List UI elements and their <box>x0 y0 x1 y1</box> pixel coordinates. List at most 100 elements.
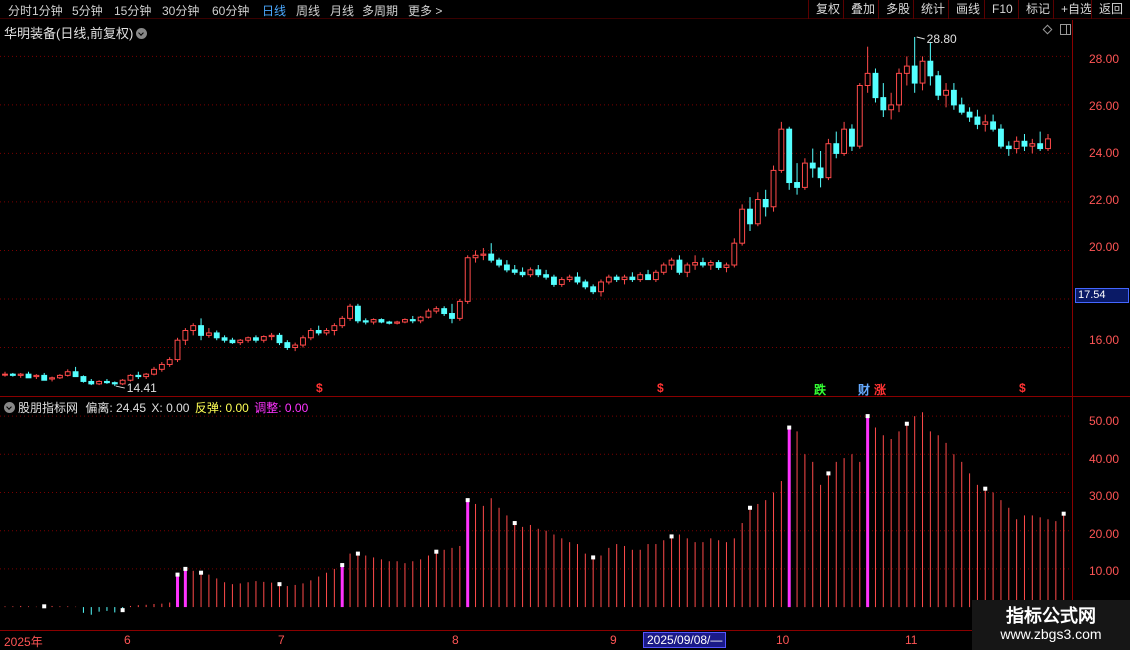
period-1min[interactable]: 1分钟 <box>32 2 63 19</box>
indicator-axis: 50.00 40.00 30.00 20.00 10.00 <box>1072 397 1130 630</box>
f10-button[interactable]: F10 <box>984 0 1020 19</box>
candle-up <box>825 143 832 179</box>
indicator-tick: 30.00 <box>1089 489 1120 503</box>
candle-up <box>770 169 777 208</box>
candle-up <box>292 344 299 348</box>
candle-up <box>684 264 691 273</box>
candle-down <box>229 339 236 344</box>
candle-up <box>864 72 871 86</box>
candle-down <box>998 128 1004 147</box>
low-price-marker: 14.41 <box>127 381 157 395</box>
statistics-button[interactable]: 统计 <box>913 0 952 19</box>
indicator-chart[interactable] <box>0 397 1072 630</box>
candle-up <box>174 339 181 361</box>
period-monthly[interactable]: 月线 <box>330 2 354 19</box>
candle-down <box>354 305 361 322</box>
multi-stock-button[interactable]: 多股 <box>878 0 917 19</box>
candle-down <box>809 162 816 169</box>
candle-down <box>786 128 793 184</box>
candle-up <box>17 373 24 376</box>
candle-down <box>88 380 95 385</box>
candle-down <box>872 72 879 99</box>
period-5min[interactable]: 5分钟 <box>72 2 103 19</box>
candle-up <box>151 368 157 375</box>
x-value: 0.00 <box>166 401 190 415</box>
candle-down <box>511 269 518 273</box>
deviation-label: 偏离: <box>85 401 113 415</box>
period-weekly[interactable]: 周线 <box>296 2 320 19</box>
candle-up <box>652 271 659 281</box>
deviation-dot <box>120 608 125 613</box>
candle-up <box>982 121 989 125</box>
price-axis: 28.00 26.00 24.00 22.00 20.00 17.54 16.0… <box>1072 20 1130 396</box>
indicator-tick: 40.00 <box>1089 452 1120 466</box>
price-tick: 26.00 <box>1089 99 1120 113</box>
watermark-url: www.zbgs3.com <box>1000 626 1102 642</box>
stock-title-text: 华明装备(日线,前复权) <box>4 26 134 41</box>
candle-down <box>645 274 651 281</box>
candle-up <box>370 319 377 323</box>
deviation-dot <box>865 414 870 419</box>
deviation-dot <box>465 498 470 503</box>
price-tick: 24.00 <box>1089 146 1120 160</box>
candle-up <box>605 276 612 283</box>
candle-up <box>166 359 173 365</box>
candle-down <box>574 276 581 283</box>
period-15min[interactable]: 15分钟 <box>114 2 151 19</box>
indicator-name: 股朋指标网 <box>18 401 79 415</box>
candle-up <box>1029 143 1036 147</box>
date-tick: 8 <box>452 633 459 647</box>
site-watermark: 指标公式网 www.zbgs3.com <box>972 600 1130 650</box>
candle-down <box>441 308 448 315</box>
adjust-button[interactable]: 复权 <box>808 0 847 19</box>
deviation-dot <box>42 604 47 609</box>
candle-down <box>974 116 981 125</box>
period-more[interactable]: 更多 > <box>408 2 442 19</box>
event-dollar-marker[interactable]: $ <box>316 381 323 395</box>
deviation-dot <box>175 572 180 577</box>
candle-down <box>551 276 557 285</box>
event-dollar-marker[interactable]: $ <box>657 381 664 395</box>
candle-up <box>621 276 628 281</box>
event-dollar-marker[interactable]: $ <box>1019 381 1026 395</box>
adjust-label: 调整: <box>254 401 282 415</box>
overlay-button[interactable]: 叠加 <box>843 0 882 19</box>
candle-up <box>339 317 346 327</box>
adjust-value: 0.00 <box>284 401 309 415</box>
period-toolbar: 分时 1分钟 5分钟 15分钟 30分钟 60分钟 日线 周线 月线 多周期 更… <box>0 0 1130 19</box>
deviation-dot <box>355 551 360 556</box>
period-multi[interactable]: 多周期 <box>362 2 398 19</box>
candle-up <box>394 321 401 324</box>
draw-line-button[interactable]: 画线 <box>948 0 987 19</box>
candle-up <box>856 84 863 147</box>
panel-toggle-icon[interactable] <box>1060 24 1071 35</box>
candle-up <box>723 264 730 268</box>
candle-up <box>480 253 487 256</box>
stock-title: 华明装备(日线,前复权) <box>4 23 148 42</box>
back-button[interactable]: 返回 <box>1091 0 1130 19</box>
period-intraday[interactable]: 分时 <box>8 2 32 19</box>
deviation-dot <box>904 421 909 426</box>
candle-up <box>96 380 103 385</box>
low-marker-arrow <box>115 385 125 389</box>
indicator-dropdown-icon[interactable] <box>4 402 15 413</box>
candle-up <box>307 330 314 339</box>
period-60min[interactable]: 60分钟 <box>212 2 249 19</box>
candle-down <box>543 274 550 278</box>
deviation-dot <box>1061 511 1066 516</box>
candle-down <box>386 321 393 324</box>
mark-button[interactable]: 标记 <box>1018 0 1057 19</box>
candle-down <box>700 262 706 266</box>
period-30min[interactable]: 30分钟 <box>162 2 199 19</box>
period-daily[interactable]: 日线 <box>262 2 286 19</box>
candle-up <box>943 89 949 96</box>
dropdown-circle-icon[interactable] <box>136 28 148 39</box>
candlestick-chart[interactable]: 28.80 14.41 <box>0 20 1072 396</box>
candle-up <box>598 281 604 293</box>
indicator-svg <box>0 412 1072 615</box>
candle-down <box>966 111 973 118</box>
rebound-value: 0.00 <box>225 401 249 415</box>
candle-down <box>104 380 110 384</box>
candle-up <box>692 262 699 266</box>
candle-up <box>739 208 746 244</box>
